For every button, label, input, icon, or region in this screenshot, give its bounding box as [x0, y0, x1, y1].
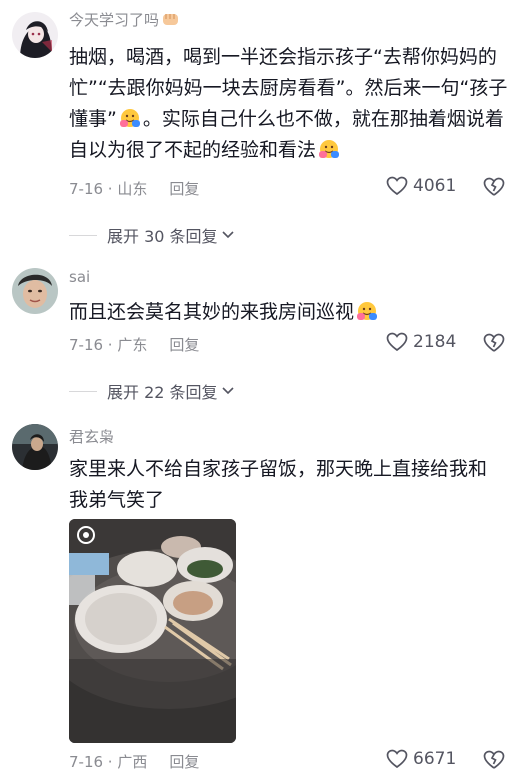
reply-button[interactable]: 回复 [169, 753, 199, 771]
expand-replies[interactable]: 展开 22 条回复 [69, 379, 235, 403]
like-button[interactable]: 6671 [386, 749, 456, 769]
username[interactable]: sai [69, 268, 90, 286]
like-button[interactable]: 2184 [386, 332, 456, 352]
fist-badge-icon [161, 11, 181, 27]
broken-heart-icon [483, 750, 505, 769]
username-text: 君玄枭 [69, 428, 115, 446]
chevron-down-icon [221, 387, 234, 395]
expand-replies-label: 展开 30 条回复 [107, 227, 218, 246]
avatar[interactable] [12, 424, 58, 470]
date-location: 7-16 · 广西 [69, 753, 148, 771]
like-count: 4061 [413, 176, 457, 196]
heart-icon [386, 176, 408, 196]
reply-button[interactable]: 回复 [169, 180, 199, 198]
hug-emoji-icon [118, 107, 142, 129]
comment-meta: 7-16 · 广东 回复 [69, 334, 199, 355]
expand-replies[interactable]: 展开 30 条回复 [69, 223, 235, 247]
avatar[interactable] [12, 12, 58, 58]
hug-emoji-icon [355, 300, 379, 322]
broken-heart-icon [483, 177, 505, 196]
broken-heart-icon [483, 333, 505, 352]
comment-meta: 7-16 · 山东 回复 [69, 178, 199, 199]
photo-dinner-table[interactable] [69, 519, 236, 743]
username[interactable]: 今天学习了吗 [69, 9, 181, 30]
comment-text: 家里来人不给自家孩子留饭，那天晚上直接给我和我弟气笑了 [69, 454, 489, 516]
comment-text-part: 而且还会莫名其妙的来我房间巡视 [69, 301, 355, 323]
comment-text: 而且还会莫名其妙的来我房间巡视 [69, 297, 509, 328]
dislike-button[interactable] [483, 333, 505, 357]
comment-text-part: 家里来人不给自家孩子留饭，那天晚上直接给我和我弟气笑了 [69, 458, 488, 511]
reply-button[interactable]: 回复 [169, 336, 199, 354]
chevron-down-icon [221, 231, 234, 239]
username-text: sai [69, 268, 91, 286]
expand-replies-label: 展开 22 条回复 [107, 383, 218, 402]
divider [69, 234, 97, 236]
like-count: 6671 [413, 749, 457, 769]
date-location: 7-16 · 广东 [69, 336, 148, 354]
divider [69, 390, 97, 392]
date-location: 7-16 · 山东 [69, 180, 148, 198]
hug-emoji-icon [317, 138, 341, 160]
username-text: 今天学习了吗 [69, 11, 160, 29]
dislike-button[interactable] [483, 750, 505, 774]
dislike-button[interactable] [483, 177, 505, 201]
comment-text: 抽烟，喝酒，喝到一半还会指示孩子“去帮你妈妈的忙”“去跟你妈妈一块去厨房看看”。… [69, 42, 509, 166]
heart-icon [386, 332, 408, 352]
like-count: 2184 [413, 332, 457, 352]
avatar[interactable] [12, 268, 58, 314]
username[interactable]: 君玄枭 [69, 426, 114, 447]
like-button[interactable]: 4061 [386, 176, 456, 196]
comment-meta: 7-16 · 广西 回复 [69, 751, 199, 772]
heart-icon [386, 749, 408, 769]
